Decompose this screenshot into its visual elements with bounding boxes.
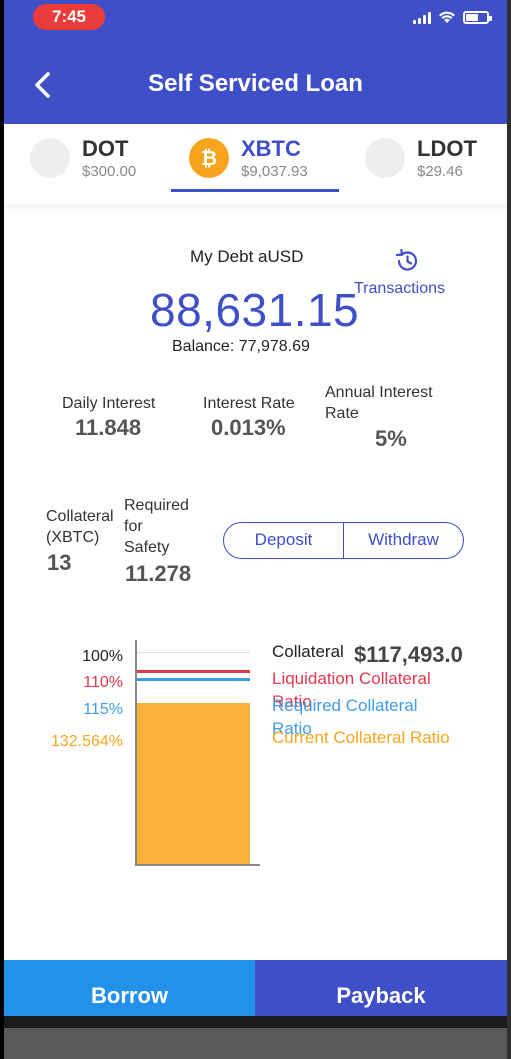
transactions-link[interactable]: Transactions <box>354 280 445 298</box>
annual-interest-label-line2: Rate <box>325 405 359 422</box>
required-ratio-line <box>137 678 250 681</box>
history-icon[interactable] <box>394 248 420 274</box>
tab-ldot-name: LDOT <box>417 136 477 161</box>
collateral-action-group: Deposit Withdraw <box>223 522 464 559</box>
wifi-icon <box>439 11 455 23</box>
bitcoin-icon: ₿ <box>189 138 229 178</box>
svg-text:₿: ₿ <box>201 146 217 170</box>
required-safety-value: 11.278 <box>125 561 192 586</box>
borrow-button[interactable]: Borrow <box>4 960 255 1016</box>
required-safety-label-line3: Safety <box>124 539 170 556</box>
collateral-value: 13 <box>47 550 72 575</box>
required-safety-label-line1: Required <box>124 497 189 514</box>
chart-100-line <box>137 652 250 653</box>
withdraw-button[interactable]: Withdraw <box>343 523 463 558</box>
deposit-button[interactable]: Deposit <box>224 523 343 558</box>
ldot-token-icon <box>365 138 405 178</box>
tab-dot-name: DOT <box>82 136 129 161</box>
chart-collateral-value: $117,493.0 <box>354 642 463 667</box>
dot-token-icon <box>30 138 70 178</box>
tab-xbtc-price: $9,037.93 <box>241 163 308 180</box>
collateral-label-line1: Collateral <box>46 508 114 525</box>
daily-interest-label: Daily Interest <box>62 395 156 412</box>
tab-ldot[interactable]: LDOT $29.46 <box>365 124 505 192</box>
ratio-current-label: 132.564% <box>50 733 123 750</box>
chart-x-axis <box>135 864 260 866</box>
app-header: 7:45 Self Serviced Loan <box>4 0 507 124</box>
payback-button[interactable]: Payback <box>255 960 507 1016</box>
tab-dot-price: $300.00 <box>82 163 137 180</box>
app-screen: 7:45 Self Serviced Loan DOT $300.00 ₿ XB… <box>4 0 507 1059</box>
tab-ldot-price: $29.46 <box>417 163 463 180</box>
screen-edge <box>507 0 511 1059</box>
legend-current: Current Collateral Ratio <box>272 728 450 747</box>
required-safety-label-line2: for <box>124 518 143 535</box>
annual-interest-label-line1: Annual Interest <box>325 384 433 401</box>
tab-xbtc[interactable]: ₿ XBTC $9,037.93 <box>189 124 339 192</box>
ratio-110-label: 110% <box>83 674 123 691</box>
debt-value: 88,631.15 <box>150 284 360 336</box>
ratio-115-label: 115% <box>83 701 123 718</box>
signal-icon <box>413 12 431 24</box>
bottom-strip <box>4 1016 507 1059</box>
interest-rate-value: 0.013% <box>211 415 286 440</box>
legend-liquidation-line1: Liquidation Collateral <box>272 669 431 688</box>
token-tabs: DOT $300.00 ₿ XBTC $9,037.93 LDOT $29.46 <box>4 124 507 204</box>
tab-xbtc-name: XBTC <box>241 136 301 161</box>
battery-icon <box>463 11 492 24</box>
chart-y-axis <box>135 640 137 865</box>
status-time: 7:45 <box>33 4 105 30</box>
interest-rate-label: Interest Rate <box>203 395 295 412</box>
page-title: Self Serviced Loan <box>148 70 363 97</box>
ratio-100-label: 100% <box>82 648 123 665</box>
balance-text: Balance: 77,978.69 <box>172 338 310 355</box>
legend-required-line1: Required Collateral <box>272 696 418 715</box>
chart-collateral-title: Collateral <box>272 642 344 661</box>
annual-interest-value: 5% <box>375 426 407 451</box>
debt-label: My Debt aUSD <box>190 247 304 266</box>
daily-interest-value: 11.848 <box>75 415 142 440</box>
status-icons <box>413 10 492 24</box>
tab-dot[interactable]: DOT $300.00 <box>30 124 170 192</box>
liquidation-ratio-line <box>137 670 250 673</box>
collateral-label-line2: (XBTC) <box>46 529 100 546</box>
current-ratio-bar <box>137 703 250 864</box>
active-tab-indicator <box>171 189 339 192</box>
